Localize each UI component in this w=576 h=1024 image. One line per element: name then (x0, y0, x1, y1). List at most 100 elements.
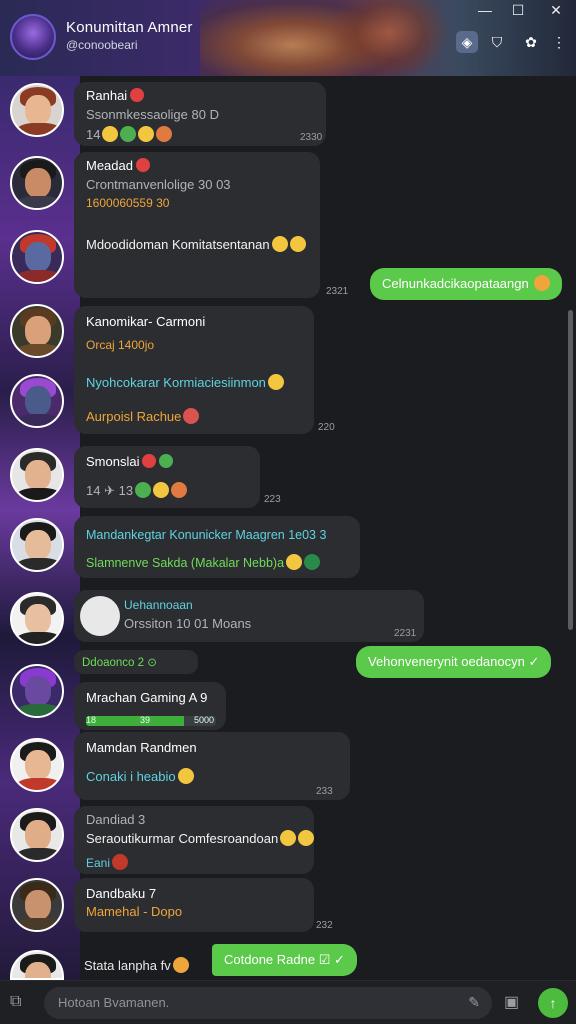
sender-name: Mrachan Gaming A 9 (86, 690, 208, 705)
message-text: Eani (86, 856, 111, 870)
outgoing-text: Celnunkadcikaopataangn (382, 276, 529, 291)
emoji-icon (153, 482, 170, 498)
more-icon[interactable]: ⋮ (552, 31, 566, 53)
avatar[interactable] (10, 230, 64, 284)
message-composer: ⧉ Hotoan Bvamanen. ✎ ▣ ↑ (0, 980, 576, 1024)
heart-icon (142, 454, 157, 468)
sticker-icon[interactable]: ▣ (504, 992, 519, 1012)
emoji-icon (267, 374, 284, 390)
avatar[interactable] (10, 83, 64, 137)
input-placeholder: Hotoan Bvamanen. (58, 995, 170, 1010)
settings-icon[interactable]: ✿ (520, 31, 542, 53)
sender-name: Meadad (86, 158, 133, 173)
sender-name: Ranhai (86, 88, 128, 103)
reaction-count: 14 (86, 483, 101, 498)
emoji-icon (177, 768, 194, 784)
message-bubble[interactable]: Kanomikar- Carmoni Orcaj 1400jo Nyohcoka… (74, 306, 335, 434)
heart-icon (135, 158, 150, 172)
message-text: Seraoutikurmar Comfesroandoan (86, 831, 279, 846)
message-bubble[interactable]: Uehannoaan Orssiton 10 01 Moans 2231 (74, 590, 424, 642)
message-text: Mamehal - Dopo (86, 904, 183, 919)
message-meta: Ssonmkessaolige 80 D (86, 107, 219, 122)
scrollbar[interactable] (568, 310, 573, 630)
emoji-icon (298, 830, 315, 846)
avatar[interactable] (10, 738, 64, 792)
timestamp: 233 (316, 786, 333, 797)
message-meta-highlight: 1600060559 30 (86, 196, 170, 210)
avatar[interactable] (10, 808, 64, 862)
progress-label: 39 (140, 715, 151, 725)
message-bubble[interactable]: Ranhai Ssonmkessaolige 80 D 14 2330 (74, 82, 326, 146)
reaction-count: 13 (118, 483, 134, 498)
timestamp: 220 (318, 422, 335, 433)
avatar[interactable] (10, 592, 64, 646)
message-text: Stata lanpha fv (84, 957, 189, 973)
sender-name: Dandbaku 7 (86, 886, 157, 901)
sender-name: Dandiad 3 (86, 812, 146, 827)
message-text: Aurpoisl Rachue (86, 409, 182, 424)
chat-header: Konumittan Amner @conoobeari — ☐ ✕ ◈ ⛉ ✿… (0, 0, 576, 76)
message-bubble[interactable]: Mrachan Gaming A 9 18 39 5000 (74, 682, 226, 730)
message-text: Conaki i heabio (86, 769, 176, 784)
emoji-icon (304, 554, 321, 570)
avatar[interactable] (10, 156, 64, 210)
emoji-icon[interactable]: ✎ (468, 994, 480, 1011)
attach-icon[interactable]: ⧉ (10, 993, 21, 1011)
message-bubble[interactable]: Smonslai 14 ✈ 13 223 (74, 446, 281, 508)
chat-window: Konumittan Amner @conoobeari — ☐ ✕ ◈ ⛉ ✿… (0, 0, 576, 1024)
message-bubble[interactable]: Meadad Crontmanvenlolige 30 03 160006055… (74, 152, 348, 298)
maximize-icon[interactable]: ☐ (499, 0, 537, 20)
outgoing-message[interactable]: Celnunkadcikaopataangn (370, 268, 563, 300)
message-bubble[interactable]: Dandbaku 7 Mamehal - Dopo 232 (74, 878, 333, 932)
shield-icon[interactable]: ⛉ (486, 31, 508, 53)
message-text-content: Stata lanpha fv (84, 958, 171, 973)
avatar[interactable] (10, 374, 64, 428)
outgoing-text: Vehonvenerynit oedanocyn (368, 654, 525, 669)
emoji-icon (171, 482, 188, 498)
reaction-chip[interactable]: Ddoaonco 2 ⊙ (74, 650, 198, 674)
send-icon[interactable]: ↑ (538, 988, 568, 1018)
timestamp: 2330 (300, 132, 323, 143)
emoji-icon (112, 854, 129, 870)
emoji-icon (135, 482, 152, 498)
message-bubble[interactable]: Mandankegtar Konunicker Maagren 1e03 3 S… (74, 516, 360, 578)
message-bubble[interactable]: Mamdan Randmen Conaki i heabio 233 (74, 732, 350, 800)
progress-label: 18 (86, 715, 97, 725)
emoji-icon (280, 830, 297, 846)
timestamp: 2321 (326, 286, 349, 297)
emoji-icon (120, 126, 137, 142)
emoji-icon (183, 408, 200, 424)
attachment-thumbnail[interactable] (80, 596, 120, 636)
message-input[interactable]: Hotoan Bvamanen. ✎ (44, 987, 492, 1019)
timestamp: 232 (316, 920, 333, 931)
message-text: Nyohcokarar Kormiaciesiinmon (86, 375, 266, 390)
outgoing-text: Cotdone Radne (224, 952, 316, 967)
sender-name: Mamdan Randmen (86, 740, 197, 755)
avatar[interactable] (10, 664, 64, 718)
message-text: Mandankegtar Konunicker Maagren 1e03 3 (86, 528, 327, 542)
timestamp: 2231 (394, 628, 417, 639)
heart-icon (130, 88, 145, 102)
message-text: Slamnenve Sakda (Makalar Nebb)a (86, 556, 285, 570)
sender-name: Smonslai (86, 454, 140, 469)
message-text: Mdoodidoman Komitatsentanan (86, 237, 270, 252)
sender-name: Kanomikar- Carmoni (86, 314, 206, 329)
outgoing-message[interactable]: Vehonvenerynit oedanocyn ✓ (356, 646, 552, 678)
avatar[interactable] (10, 518, 64, 572)
check-icon (159, 454, 174, 468)
header-banner-art-accent (330, 0, 450, 76)
close-icon[interactable]: ✕ (537, 0, 575, 20)
reaction-count: 14 (86, 127, 101, 142)
group-title[interactable]: Konumittan Amner (66, 19, 193, 36)
avatar[interactable] (10, 304, 64, 358)
cube-icon[interactable]: ◈ (456, 31, 478, 53)
avatar[interactable] (10, 878, 64, 932)
group-avatar[interactable] (10, 14, 56, 60)
message-bubble[interactable]: Dandiad 3 Seraoutikurmar Comfesroandoan … (74, 806, 315, 874)
outgoing-message[interactable]: Cotdone Radne ☑ ✓ (212, 944, 357, 976)
timestamp: 223 (264, 494, 281, 505)
progress-label: 5000 (194, 715, 215, 725)
emoji-icon (534, 275, 551, 291)
avatar[interactable] (10, 448, 64, 502)
emoji-icon (138, 126, 155, 142)
